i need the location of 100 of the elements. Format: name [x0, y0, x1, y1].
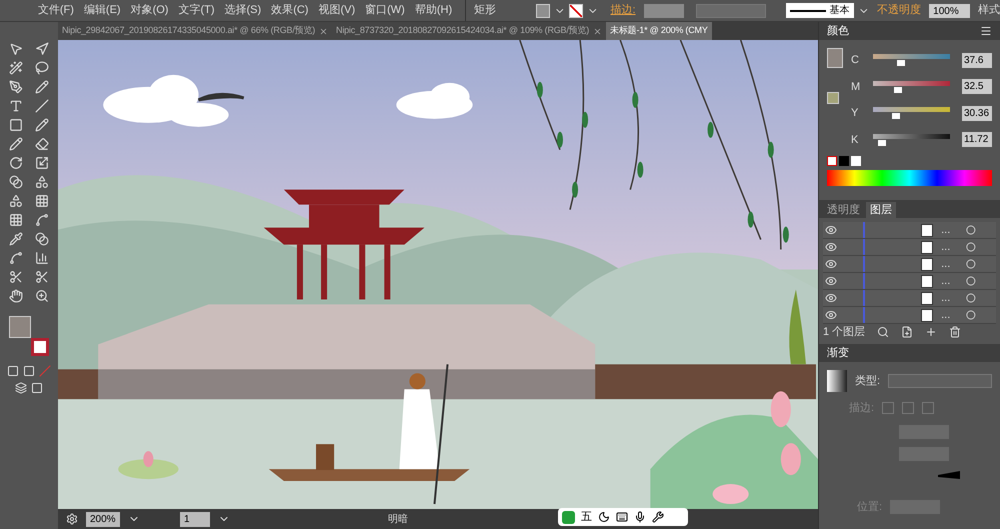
- scissors-icon[interactable]: [9, 270, 23, 284]
- shape-builder-icon[interactable]: [35, 175, 49, 189]
- layer-row[interactable]: ...: [823, 307, 996, 324]
- opacity-field[interactable]: 100%: [929, 4, 970, 18]
- visibility-eye-icon[interactable]: [824, 258, 837, 270]
- lasso-icon[interactable]: [35, 61, 49, 75]
- color-swatch[interactable]: [839, 156, 849, 166]
- none-swatch[interactable]: [827, 156, 837, 166]
- menu-item[interactable]: 视图(V): [313, 2, 360, 19]
- zoom-icon[interactable]: [35, 289, 49, 303]
- locate-icon[interactable]: [877, 326, 890, 338]
- brush-field[interactable]: 基本: [786, 3, 854, 18]
- stroke-weight-field[interactable]: [644, 4, 684, 18]
- scale-icon[interactable]: [35, 156, 49, 170]
- out-of-gamut-swatch[interactable]: [827, 92, 839, 104]
- document-tab[interactable]: Nipic_29842067_20190826174335045000.ai* @ 66% (RGB/预览): [58, 22, 332, 40]
- stroke-color-swatch[interactable]: [31, 338, 49, 356]
- panel-tab[interactable]: 透明度: [823, 202, 864, 218]
- layer-name[interactable]: ...: [941, 238, 950, 256]
- menu-item[interactable]: 窗口(W): [360, 2, 410, 19]
- line-tool-icon[interactable]: [35, 99, 49, 113]
- channel-value-field[interactable]: 11.72: [962, 132, 992, 148]
- slider-thumb[interactable]: [894, 86, 902, 93]
- channel-value-field[interactable]: 37.6: [962, 52, 992, 68]
- ime-logo-icon[interactable]: [562, 510, 575, 524]
- slider-thumb[interactable]: [878, 140, 886, 146]
- fill-color-swatch[interactable]: [9, 316, 31, 338]
- visibility-eye-icon[interactable]: [824, 292, 837, 304]
- close-icon[interactable]: [593, 26, 602, 36]
- hand-icon[interactable]: [9, 289, 23, 303]
- direct-selection-icon[interactable]: [35, 42, 49, 56]
- blend-icon[interactable]: [35, 232, 49, 246]
- layer-name[interactable]: ...: [941, 306, 950, 324]
- variable-width-field[interactable]: [696, 4, 766, 18]
- delete-icon[interactable]: [949, 326, 962, 338]
- new-layer-icon[interactable]: [925, 326, 938, 338]
- eraser-icon[interactable]: [35, 137, 49, 151]
- menu-item[interactable]: 编辑(E): [78, 2, 126, 19]
- menu-item[interactable]: 文字(T): [173, 2, 220, 19]
- new-sublayer-icon[interactable]: [901, 326, 914, 338]
- rectangle-tool-icon[interactable]: [9, 118, 23, 132]
- selection-tool-icon[interactable]: [9, 42, 23, 56]
- layer-name[interactable]: ...: [941, 290, 950, 306]
- rotate-icon[interactable]: [9, 156, 23, 170]
- bar-chart-icon[interactable]: [35, 251, 49, 265]
- color-spectrum[interactable]: [827, 170, 992, 186]
- input-mode-text[interactable]: 五: [581, 508, 592, 526]
- screen-mode-icon[interactable]: [31, 382, 43, 394]
- eyedropper-icon[interactable]: [9, 232, 23, 246]
- zoom-field[interactable]: 200%: [86, 512, 120, 526]
- layer-name[interactable]: ...: [941, 256, 950, 272]
- layer-row[interactable]: ...: [823, 222, 996, 239]
- pencil-icon[interactable]: [9, 137, 23, 151]
- type-tool-icon[interactable]: [9, 99, 23, 113]
- moon-icon[interactable]: [598, 511, 610, 523]
- menu-item[interactable]: 对象(O): [126, 2, 174, 19]
- document-tab[interactable]: 未标题-1* @ 200% (CMY: [606, 22, 712, 40]
- menu-item[interactable]: 帮助(H): [410, 2, 458, 19]
- color-swatch[interactable]: [851, 156, 861, 166]
- color-mode-icon[interactable]: [7, 365, 19, 377]
- layer-name[interactable]: ...: [941, 272, 950, 290]
- visibility-eye-icon[interactable]: [824, 224, 837, 236]
- fill-swatch[interactable]: [536, 4, 550, 18]
- artboard-field[interactable]: 1: [180, 512, 210, 526]
- fill-color-swatch[interactable]: [827, 48, 843, 68]
- panel-tab[interactable]: 图层: [866, 202, 896, 218]
- stroke-swatch[interactable]: [569, 4, 583, 18]
- opacity-label[interactable]: 不透明度: [877, 2, 922, 19]
- shapes-icon[interactable]: [9, 194, 23, 208]
- visibility-eye-icon[interactable]: [824, 309, 837, 321]
- color-panel-tab[interactable]: 颜色: [827, 22, 849, 40]
- close-icon[interactable]: [319, 26, 328, 36]
- gradient-preview[interactable]: [827, 370, 847, 392]
- menu-item[interactable]: 文件(F): [32, 2, 79, 19]
- document-tab[interactable]: Nipic_8737320_20180827092615424034.ai* @ 109% (RGB/预览): [332, 22, 606, 40]
- paintbrush-icon[interactable]: [35, 118, 49, 132]
- wrench-icon[interactable]: [652, 511, 664, 523]
- channel-value-field[interactable]: 30.36: [962, 106, 992, 121]
- layer-row[interactable]: ...: [823, 273, 996, 290]
- visibility-eye-icon[interactable]: [824, 241, 837, 253]
- gradient-mode-icon[interactable]: [23, 365, 35, 377]
- channel-value-field[interactable]: 32.5: [962, 79, 992, 94]
- keyboard-icon[interactable]: [616, 511, 628, 523]
- magic-wand-icon[interactable]: [9, 61, 23, 75]
- microphone-icon[interactable]: [634, 511, 646, 523]
- stroke-label[interactable]: 描边:: [610, 2, 636, 19]
- layer-row[interactable]: ...: [823, 290, 996, 307]
- grid-icon[interactable]: [9, 213, 23, 227]
- mesh-icon[interactable]: [35, 194, 49, 208]
- menu-item[interactable]: 效果(C): [266, 2, 314, 19]
- menu-item[interactable]: 选择(S): [220, 2, 266, 19]
- layer-name[interactable]: ...: [941, 222, 950, 238]
- slider-thumb[interactable]: [892, 113, 900, 120]
- slider-thumb[interactable]: [897, 60, 906, 66]
- gradient-panel-tab[interactable]: 渐变: [827, 344, 849, 362]
- visibility-eye-icon[interactable]: [824, 275, 837, 287]
- layer-row[interactable]: ...: [823, 256, 996, 273]
- pen-tool-icon[interactable]: [9, 80, 23, 94]
- layer-row[interactable]: ...: [823, 239, 996, 256]
- panel-menu-icon[interactable]: [980, 25, 992, 37]
